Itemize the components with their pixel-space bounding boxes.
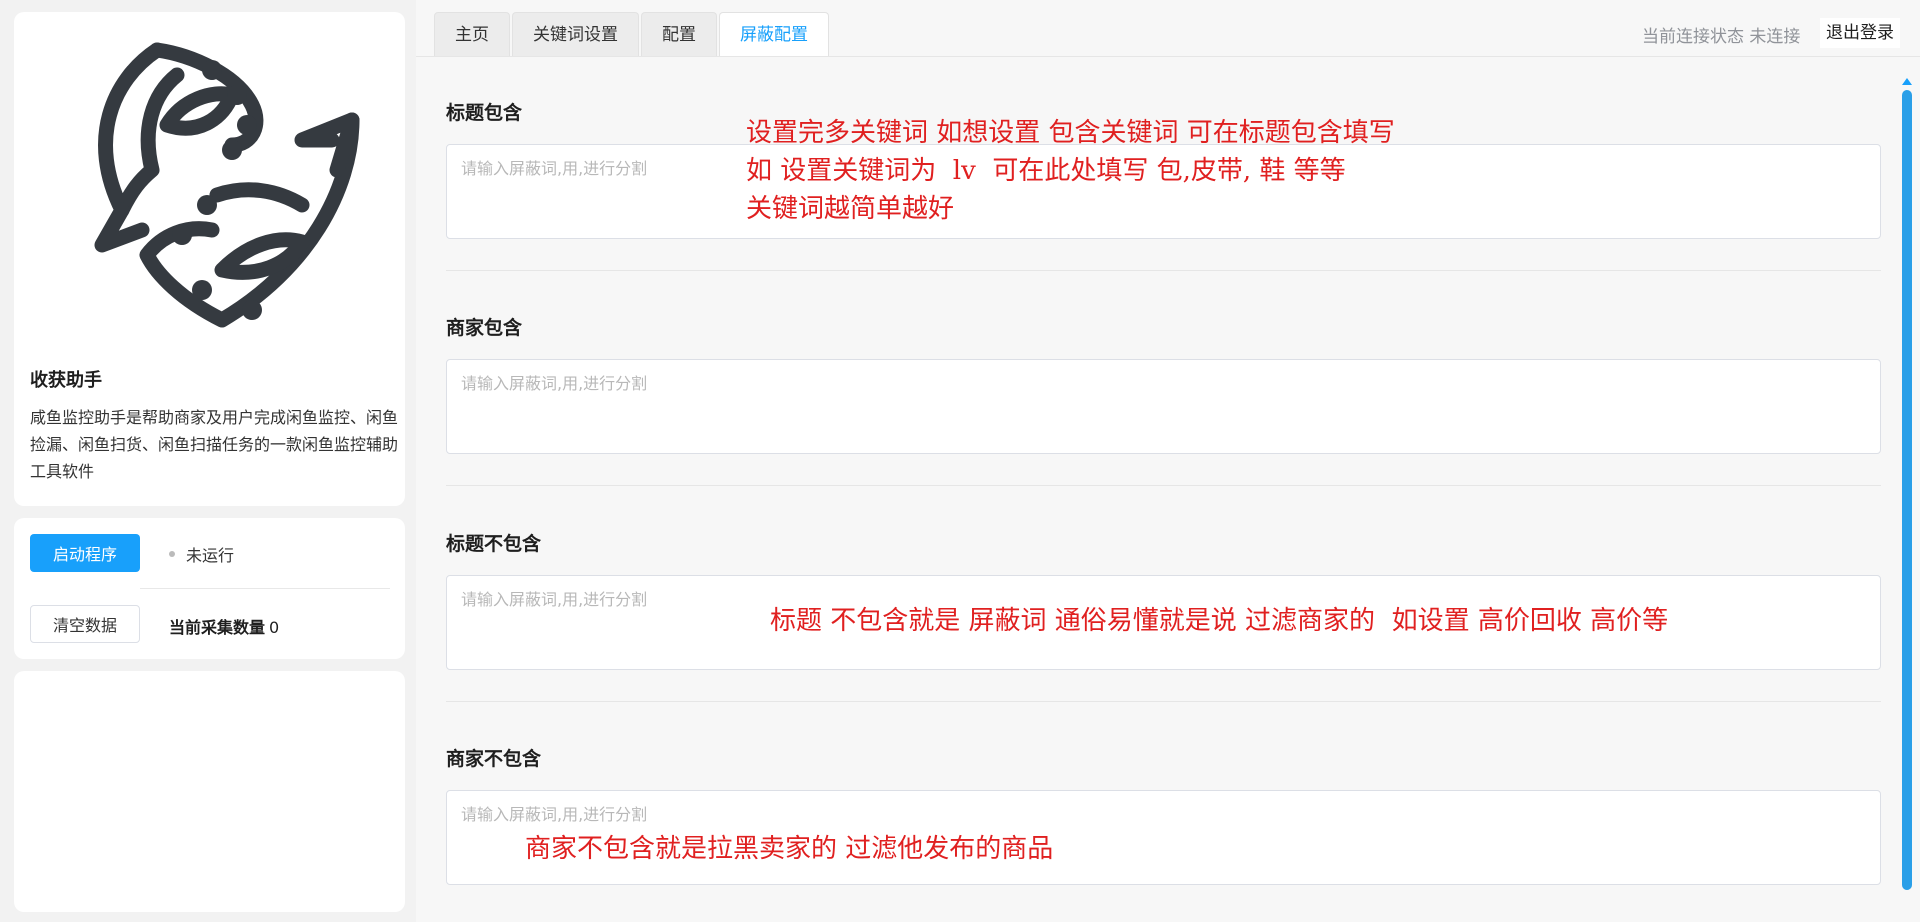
blank-card xyxy=(14,671,405,912)
tab-keyword-settings[interactable]: 关键词设置 xyxy=(512,12,639,56)
collect-count: 当前采集数量 0 xyxy=(169,614,279,638)
divider xyxy=(140,588,390,589)
seller-include-input[interactable] xyxy=(446,359,1881,454)
section-seller-exclude: 商家不包含 xyxy=(446,744,1881,885)
tab-block-config[interactable]: 屏蔽配置 xyxy=(719,12,829,56)
clear-data-button[interactable]: 清空数据 xyxy=(30,605,140,643)
section-label: 商家包含 xyxy=(446,317,523,339)
status-dot-icon xyxy=(169,551,175,557)
annotation-seller-exclude: 商家不包含就是拉黑卖家的 过滤他发布的商品 xyxy=(525,834,1054,864)
app-name: 收获助手 xyxy=(30,370,102,391)
section-title-exclude: 标题不包含 xyxy=(446,529,1881,702)
collect-count-value: 0 xyxy=(269,618,280,637)
section-label: 标题不包含 xyxy=(446,533,542,555)
scrollbar[interactable] xyxy=(1901,78,1913,898)
annotation-title-include-line2: 如 设置关键词为 lv 可在此处填写 包,皮带, 鞋 等等 xyxy=(746,156,1346,186)
annotation-title-include-line3: 关键词越简单越好 xyxy=(746,194,955,224)
start-program-button[interactable]: 启动程序 xyxy=(30,534,140,572)
annotation-title-exclude: 标题 不包含就是 屏蔽词 通俗易懂就是说 过滤商家的 如设置 高价回收 高价等 xyxy=(770,606,1669,636)
control-card: 启动程序 未运行 清空数据 当前采集数量 0 xyxy=(14,518,405,659)
tab-config[interactable]: 配置 xyxy=(641,12,717,56)
tab-home[interactable]: 主页 xyxy=(434,12,510,56)
app-description: 咸鱼监控助手是帮助商家及用户完成闲鱼监控、闲鱼捡漏、闲鱼扫货、闲鱼扫描任务的一款… xyxy=(30,408,399,481)
scroll-thumb[interactable] xyxy=(1902,90,1912,890)
left-sidebar: 收获助手 咸鱼监控助手是帮助商家及用户完成闲鱼监控、闲鱼捡漏、闲鱼扫货、闲鱼扫描… xyxy=(0,0,416,922)
section-label: 商家不包含 xyxy=(446,748,542,770)
tab-underline xyxy=(416,56,1920,57)
run-status: 未运行 xyxy=(186,546,235,565)
scroll-up-arrow-icon[interactable] xyxy=(1902,78,1912,85)
collect-count-label: 当前采集数量 xyxy=(169,618,266,637)
tab-bar: 主页 关键词设置 配置 屏蔽配置 xyxy=(434,12,831,56)
annotation-title-include-line1: 设置完多关键词 如想设置 包含关键词 可在标题包含填写 xyxy=(746,118,1395,148)
koi-fish-logo-icon xyxy=(94,42,360,328)
section-divider xyxy=(446,270,1881,271)
logout-button[interactable]: 退出登录 xyxy=(1820,18,1900,48)
section-divider xyxy=(446,701,1881,702)
main-panel: 主页 关键词设置 配置 屏蔽配置 当前连接状态 未连接 退出登录 标题包含 商家… xyxy=(416,0,1920,922)
app-window: 收获助手 咸鱼监控助手是帮助商家及用户完成闲鱼监控、闲鱼捡漏、闲鱼扫货、闲鱼扫描… xyxy=(0,0,1920,922)
profile-card: 收获助手 咸鱼监控助手是帮助商家及用户完成闲鱼监控、闲鱼捡漏、闲鱼扫货、闲鱼扫描… xyxy=(14,12,405,506)
connection-status: 当前连接状态 未连接 xyxy=(1642,27,1801,47)
section-seller-include: 商家包含 xyxy=(446,313,1881,486)
section-divider xyxy=(446,485,1881,486)
